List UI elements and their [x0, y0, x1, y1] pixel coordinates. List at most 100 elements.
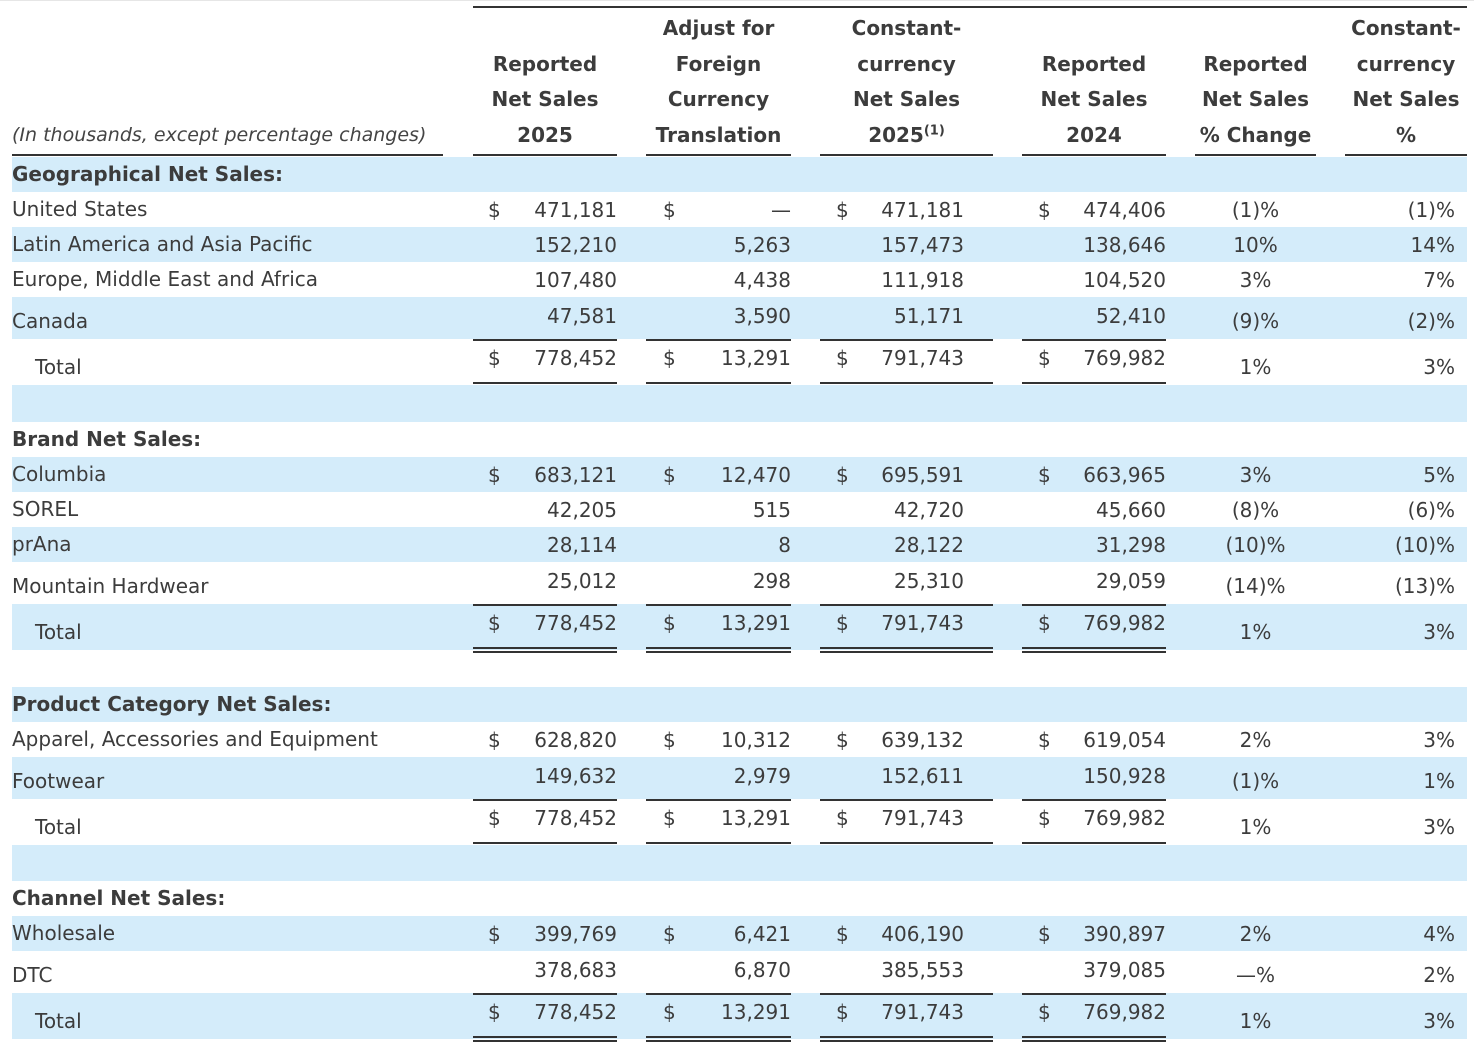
- currency-symbol: $: [836, 1000, 849, 1024]
- percent-change-cell: 1%: [1239, 815, 1272, 839]
- total-double-underline: [646, 382, 791, 384]
- total-double-underline: [473, 1040, 617, 1042]
- percent-change-cell: 2%: [1239, 727, 1272, 752]
- total-top-rule: [1022, 339, 1166, 341]
- currency-symbol: $: [663, 806, 676, 830]
- currency-symbol: $: [663, 727, 676, 752]
- column-header-line: 2025: [517, 122, 573, 147]
- value-cell: 42,205: [547, 497, 617, 522]
- percent-change-cell: 14%: [1410, 232, 1455, 257]
- column-header-line: Currency: [667, 87, 770, 111]
- column-header-line: Net Sales: [491, 87, 599, 111]
- percent-change-cell: 1%: [1239, 1009, 1272, 1033]
- value-cell: 298: [752, 569, 791, 593]
- column-header-line: % Change: [1199, 122, 1312, 147]
- currency-symbol: $: [663, 1000, 676, 1024]
- row-band: [12, 845, 1467, 881]
- top-border: [0, 0, 1474, 1]
- percent-change-cell: 3%: [1239, 462, 1272, 487]
- currency-symbol: $: [488, 1000, 501, 1024]
- total-double-underline: [820, 651, 993, 653]
- column-header-2: Adjust for Foreign Currency Translation: [646, 11, 791, 153]
- percent-change-cell: 3%: [1423, 815, 1455, 839]
- value-cell: 152,210: [534, 232, 617, 257]
- row-label: Latin America and Asia Pacific: [12, 232, 313, 256]
- percent-change-cell: (10)%: [1394, 532, 1455, 557]
- total-label: Total: [35, 815, 82, 839]
- total-double-underline: [646, 647, 791, 649]
- percent-change-cell: (1)%: [1231, 197, 1280, 222]
- currency-symbol: $: [1038, 462, 1051, 487]
- currency-symbol: $: [1038, 611, 1051, 635]
- value-cell: 138,646: [1083, 232, 1166, 257]
- column-header-line: Adjust for: [662, 16, 775, 40]
- currency-symbol: $: [1038, 727, 1051, 752]
- column-header-line: Reported: [1203, 51, 1308, 76]
- total-top-rule: [473, 799, 617, 801]
- value-cell: 4,438: [733, 267, 791, 292]
- percent-change-cell: (8)%: [1231, 497, 1280, 522]
- currency-symbol: $: [488, 921, 501, 946]
- total-top-rule: [820, 604, 993, 606]
- column-header-underline: [1345, 154, 1467, 156]
- total-double-underline: [1022, 651, 1166, 653]
- percent-change-cell: 3%: [1423, 1009, 1455, 1033]
- column-header-line: Constant-: [851, 16, 962, 40]
- row-label: Footwear: [12, 769, 105, 793]
- percent-change-cell: —%: [1235, 963, 1275, 987]
- total-double-underline: [820, 1040, 993, 1042]
- percent-change-cell: (1)%: [1231, 769, 1280, 793]
- column-header-underline: [1195, 154, 1316, 156]
- percent-change-cell: (14)%: [1225, 574, 1286, 598]
- total-top-rule: [1022, 799, 1166, 801]
- value-cell: 25,012: [547, 569, 617, 593]
- column-header-line: Net Sales: [1352, 87, 1460, 111]
- percent-change-cell: (6)%: [1407, 497, 1455, 522]
- currency-symbol: $: [836, 462, 849, 487]
- row-label: Europe, Middle East and Africa: [12, 267, 319, 291]
- column-header-underline: [820, 154, 993, 156]
- value-cell: 385,553: [881, 958, 964, 982]
- value-cell: 42,720: [894, 497, 964, 522]
- currency-symbol: $: [836, 806, 849, 830]
- percent-change-cell: (13)%: [1394, 574, 1455, 598]
- total-double-underline: [820, 647, 993, 649]
- value-cell: 28,122: [894, 532, 964, 557]
- row-label: Apparel, Accessories and Equipment: [12, 727, 378, 751]
- value-cell: 152,611: [881, 764, 964, 788]
- value-cell: 47,581: [547, 304, 617, 328]
- units-note: (In thousands, except percentage changes…: [12, 124, 427, 146]
- total-double-underline: [820, 842, 993, 844]
- percent-change-cell: 1%: [1423, 769, 1455, 793]
- currency-symbol: $: [663, 921, 676, 946]
- section-title: Channel Net Sales:: [12, 886, 226, 910]
- total-double-underline: [646, 842, 791, 844]
- row-label: prAna: [12, 532, 72, 556]
- currency-symbol: $: [488, 346, 501, 370]
- percent-change-cell: 2%: [1239, 921, 1272, 946]
- row-label: SOREL: [12, 497, 79, 521]
- value-cell: 52,410: [1096, 304, 1166, 328]
- percent-change-cell: 5%: [1423, 462, 1455, 487]
- total-top-rule: [646, 993, 791, 995]
- currency-symbol: $: [1038, 197, 1051, 222]
- column-header-line: Net Sales: [1040, 87, 1148, 111]
- total-double-underline: [1022, 1040, 1166, 1042]
- column-header-line: Foreign: [675, 51, 762, 76]
- total-double-underline: [646, 651, 791, 653]
- currency-symbol: $: [663, 197, 676, 222]
- percent-change-cell: 4%: [1423, 921, 1455, 946]
- percent-change-cell: (9)%: [1231, 309, 1280, 333]
- column-header-line: Reported: [492, 51, 598, 76]
- column-header-underline: [1022, 154, 1166, 156]
- row-label: Mountain Hardwear: [12, 574, 209, 598]
- value-cell: 150,928: [1083, 764, 1166, 788]
- currency-symbol: $: [836, 727, 849, 752]
- row-band: [12, 385, 1467, 422]
- total-top-rule: [473, 993, 617, 995]
- currency-symbol: $: [488, 727, 501, 752]
- total-top-rule: [1022, 604, 1166, 606]
- total-double-underline: [473, 382, 617, 384]
- percent-change-cell: (10)%: [1225, 532, 1286, 557]
- total-double-underline: [1022, 842, 1166, 844]
